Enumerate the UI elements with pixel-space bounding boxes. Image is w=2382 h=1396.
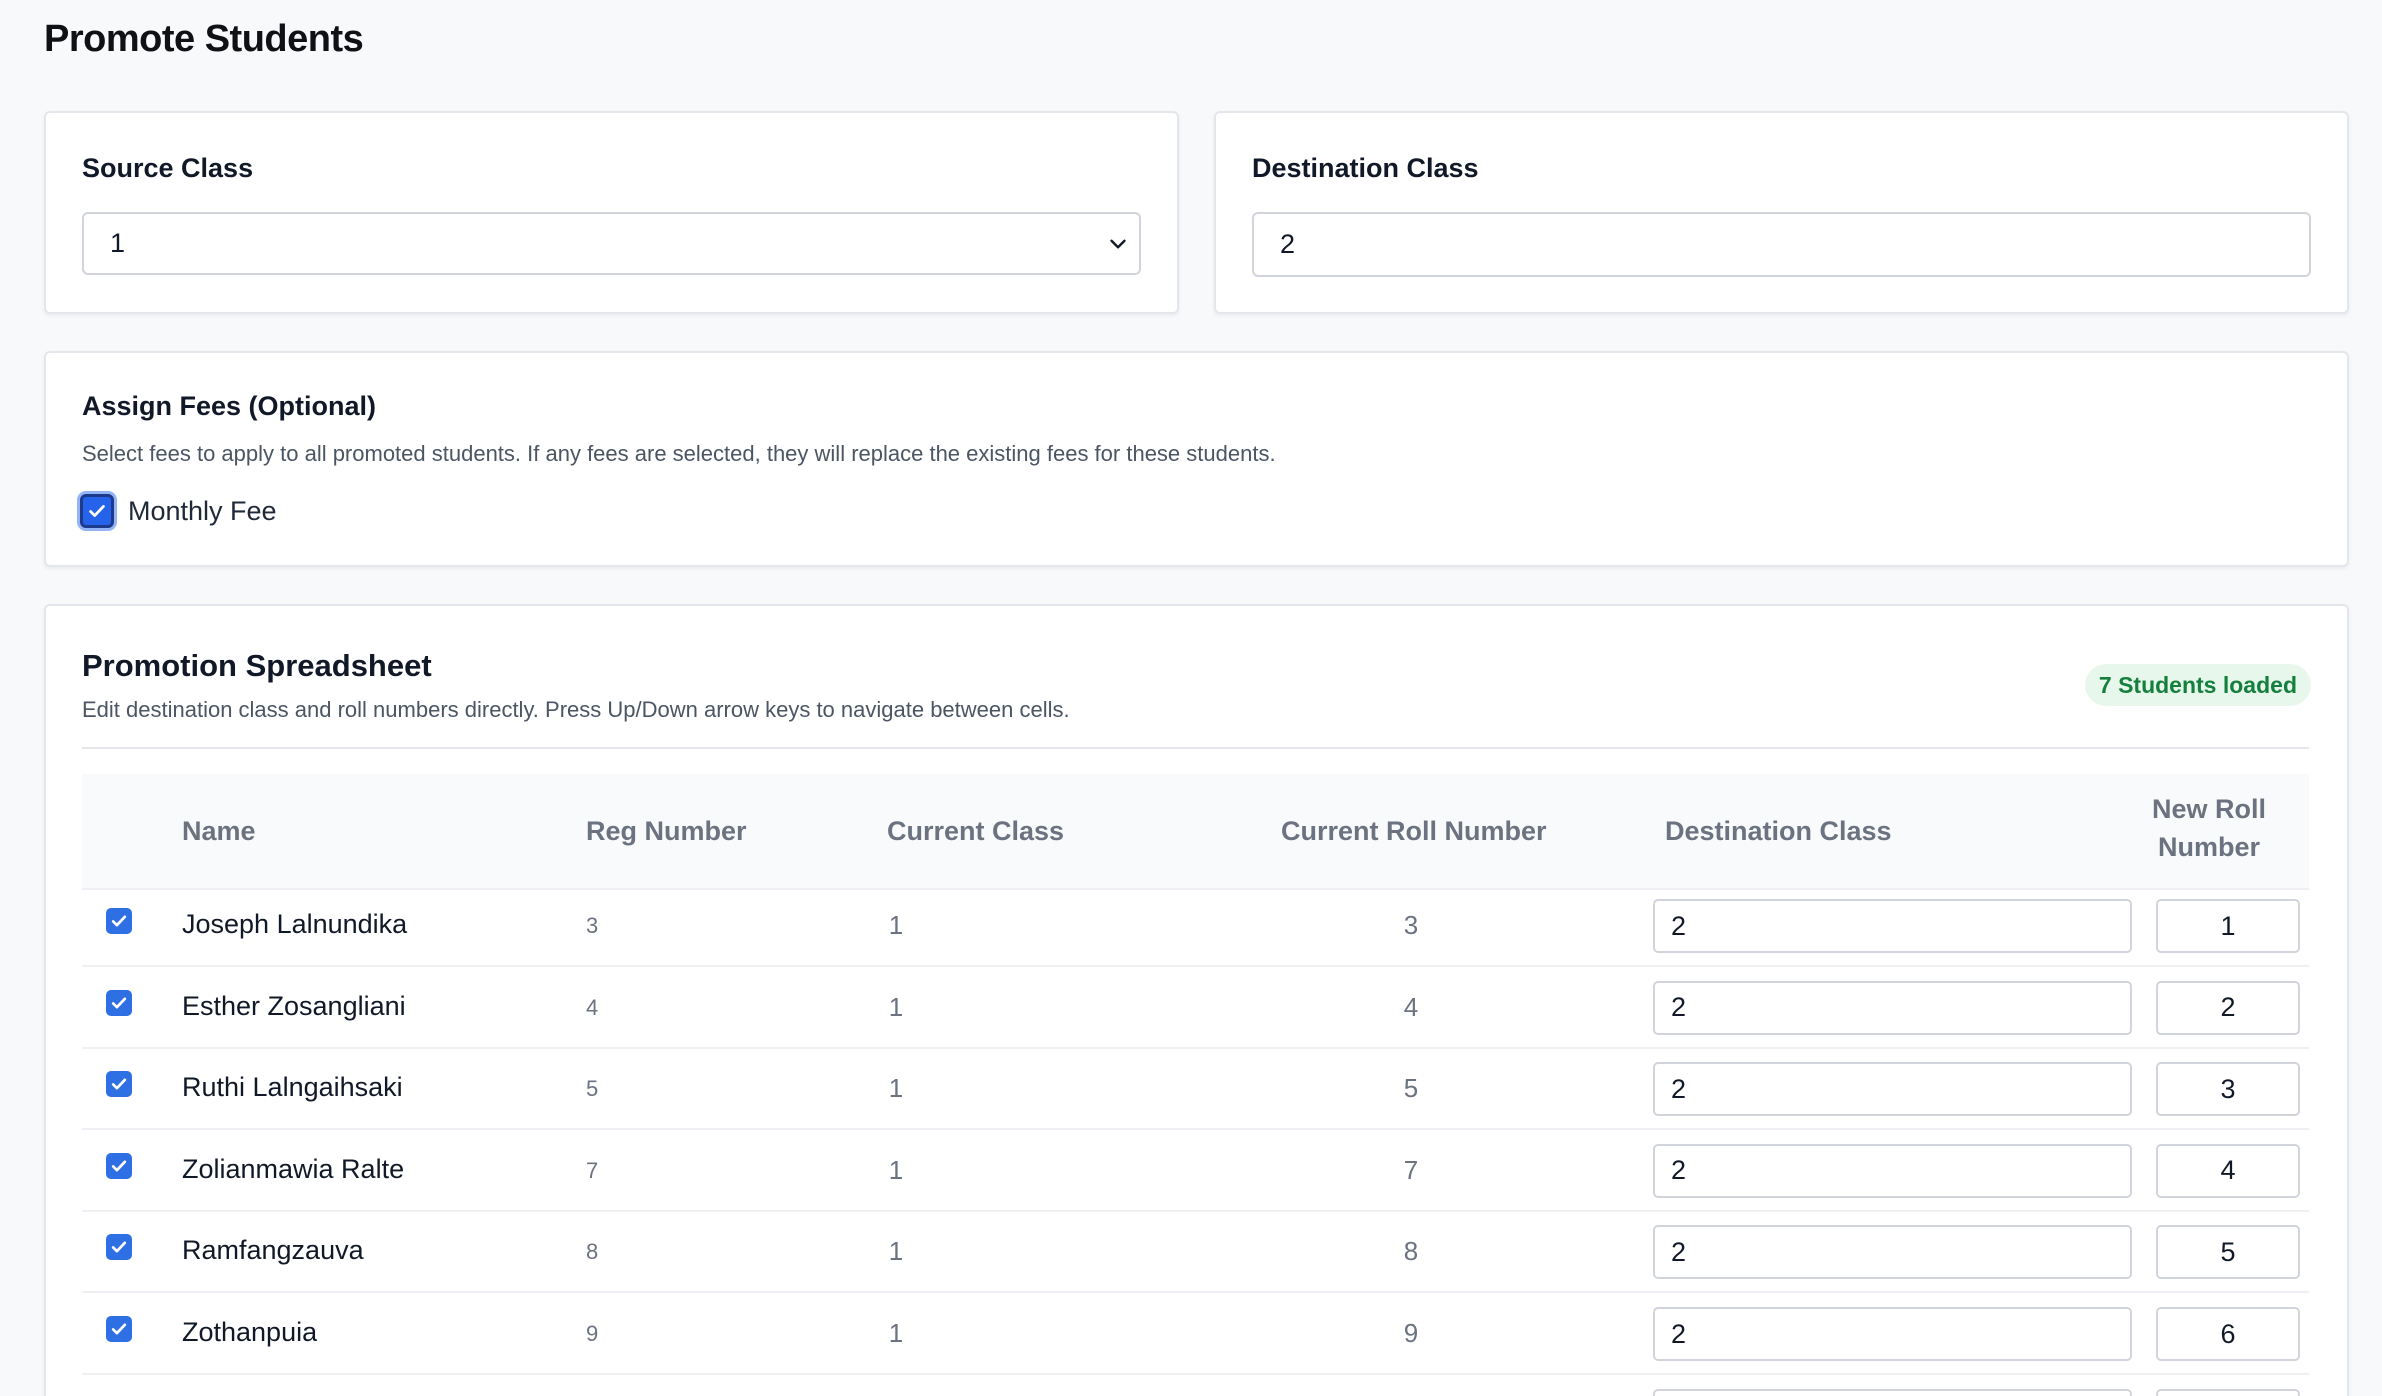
new-roll-number-value: 3 [2220,1073,2236,1104]
source-class-select[interactable]: 1 [82,212,1141,275]
new-roll-number-input[interactable]: 6 [2156,1307,2300,1361]
monthly-fee-checkbox[interactable] [80,494,114,528]
spreadsheet-subtitle: Edit destination class and roll numbers … [82,697,1070,722]
new-roll-number-value: 4 [2220,1155,2236,1186]
student-name: Zothanpuia [182,1317,318,1347]
destination-class-label: Destination Class [1252,153,1479,183]
header-reg-number: Reg Number [586,816,747,846]
new-roll-number-value: 5 [2220,1236,2236,1267]
check-icon [111,1241,127,1253]
destination-class-cell-value: 2 [1671,910,1687,941]
reg-number: 7 [586,1157,599,1183]
chevron-down-icon [1110,239,1126,248]
new-roll-number-input[interactable]: 2 [2156,980,2300,1035]
header-new-roll-line1: New Roll [2151,794,2266,824]
check-icon [89,505,105,517]
source-class-card: Source Class 1 [44,111,1179,314]
current-class: 1 [888,1236,904,1267]
header-current-roll: Current Roll Number [1281,816,1547,846]
reg-number: 5 [586,1076,599,1102]
check-icon [111,915,127,927]
current-roll-number: 8 [1403,1236,1419,1267]
current-class: 1 [888,910,904,940]
new-roll-number-input[interactable] [2156,1388,2300,1396]
destination-class-card: Destination Class 2 [1214,111,2349,314]
new-roll-number-value: 1 [2220,910,2236,941]
page-title: Promote Students [44,18,364,60]
destination-class-cell-input[interactable] [1653,1388,2132,1396]
student-name: Zolianmawia Ralte [182,1153,405,1184]
check-icon [111,1078,127,1090]
destination-class-cell-value: 2 [1671,1155,1687,1186]
current-class: 1 [888,1073,904,1104]
new-roll-number-input[interactable]: 4 [2156,1143,2300,1198]
header-name: Name [182,816,256,846]
source-class-value: 1 [110,228,126,258]
row-select-checkbox[interactable] [106,989,132,1016]
header-current-class: Current Class [887,816,1065,846]
assign-fees-card: Assign Fees (Optional) Select fees to ap… [44,351,2349,567]
current-roll-number: 5 [1403,1073,1419,1104]
destination-class-cell-input[interactable]: 2 [1653,1143,2132,1198]
student-name: Esther Zosangliani [182,990,406,1021]
row-select-checkbox[interactable] [106,1316,132,1342]
promotion-spreadsheet-card: Promotion Spreadsheet Edit destination c… [44,604,2349,1396]
destination-class-cell-value: 2 [1671,1073,1687,1104]
header-divider [82,888,2309,890]
students-loaded-badge: 7 Students loaded [2084,664,2311,706]
monthly-fee-label[interactable]: Monthly Fee [128,496,277,527]
current-class: 1 [888,991,904,1022]
table-header [82,774,2309,888]
destination-class-cell-input[interactable]: 2 [1653,1225,2132,1280]
student-name: Joseph Lalnundika [182,909,408,939]
row-divider [82,1046,2309,1049]
header-new-roll-line2: Number [2157,832,2260,862]
destination-class-cell-input[interactable]: 2 [1653,1307,2132,1361]
row-divider [82,1373,2309,1375]
student-name: Ruthi Lalngaihsaki [182,1072,403,1103]
current-roll-number: 3 [1403,910,1419,940]
check-icon [111,997,127,1009]
check-icon [111,1160,127,1172]
row-divider [82,1128,2309,1131]
current-roll-number: 7 [1403,1154,1419,1185]
current-class: 1 [888,1154,904,1185]
row-select-checkbox[interactable] [106,1234,132,1261]
current-roll-number: 4 [1403,991,1419,1022]
new-roll-number-input[interactable]: 5 [2156,1225,2300,1280]
row-select-checkbox[interactable] [106,908,132,934]
destination-class-value: 2 [1280,229,1296,259]
current-class: 1 [888,1318,904,1348]
row-select-checkbox[interactable] [106,1071,132,1098]
student-name: Ramfangzauva [182,1235,364,1266]
destination-class-cell-input[interactable]: 2 [1653,980,2132,1035]
reg-number: 3 [586,913,599,938]
current-roll-number: 9 [1403,1318,1419,1348]
header-destination-class: Destination Class [1665,816,1892,846]
destination-class-cell-value: 2 [1671,1236,1687,1267]
destination-class-cell-value: 2 [1671,992,1687,1023]
spreadsheet-title: Promotion Spreadsheet [82,648,432,683]
row-divider [82,1209,2309,1212]
row-divider [82,1291,2309,1294]
reg-number: 8 [586,1239,599,1265]
new-roll-number-value: 6 [2220,1318,2236,1349]
reg-number: 4 [586,994,599,1020]
destination-class-cell-input[interactable]: 2 [1653,1062,2132,1117]
reg-number: 9 [586,1321,599,1346]
destination-class-input[interactable]: 2 [1252,212,2311,277]
row-select-checkbox[interactable] [106,1152,132,1179]
destination-class-cell-value: 2 [1671,1318,1687,1349]
destination-class-cell-input[interactable]: 2 [1653,899,2132,953]
check-icon [111,1323,127,1335]
assign-fees-help: Select fees to apply to all promoted stu… [82,441,1276,466]
assign-fees-title: Assign Fees (Optional) [82,391,377,421]
new-roll-number-value: 2 [2220,992,2236,1023]
new-roll-number-input[interactable]: 3 [2156,1062,2300,1117]
row-divider [82,965,2309,967]
new-roll-number-input[interactable]: 1 [2156,899,2300,953]
divider [82,747,2309,749]
source-class-label: Source Class [82,153,254,183]
